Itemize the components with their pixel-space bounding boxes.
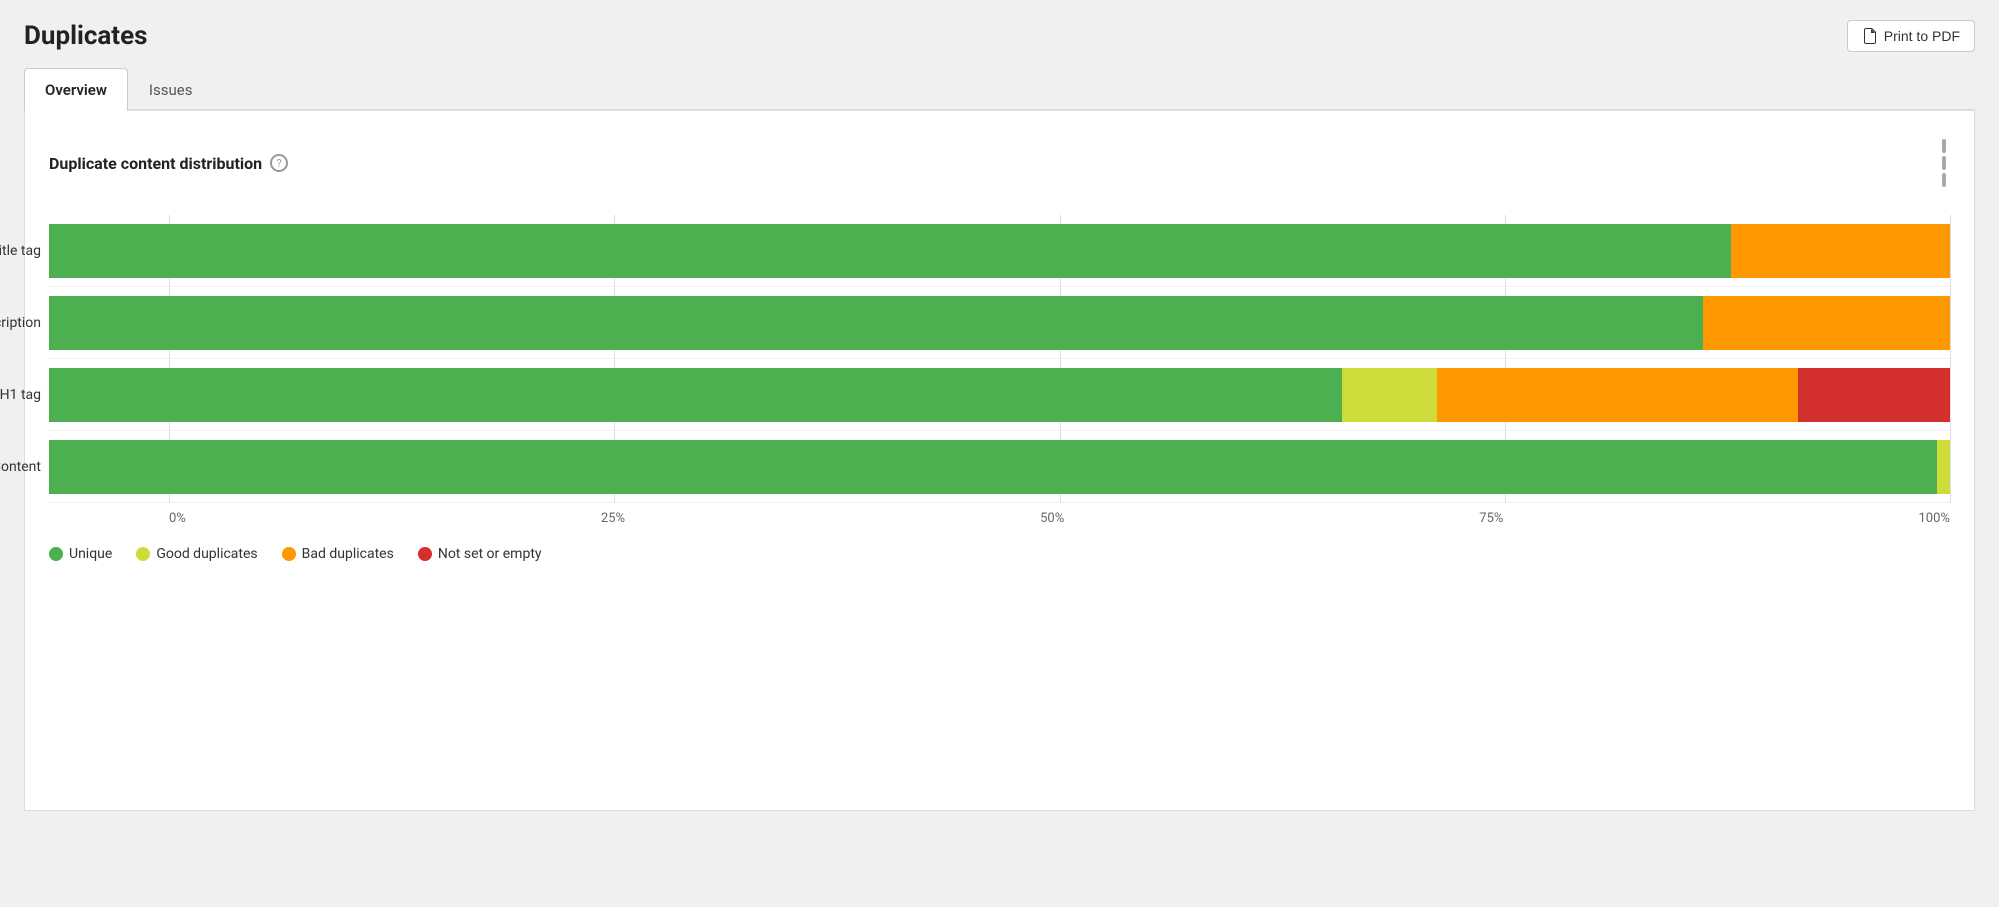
legend-item-good-duplicates: Good duplicates	[136, 546, 257, 562]
tab-overview[interactable]: Overview	[24, 68, 128, 111]
document-icon	[1862, 28, 1878, 44]
x-axis-50: 50%	[1040, 511, 1064, 526]
legend-dot-bad-duplicates	[282, 547, 296, 561]
tab-issues[interactable]: Issues	[128, 68, 214, 111]
legend-label-bad-duplicates: Bad duplicates	[302, 546, 394, 562]
print-to-pdf-button[interactable]: Print to PDF	[1847, 20, 1975, 52]
seg-yellow-content	[1937, 440, 1950, 494]
bar-row-title-tag: Title tag	[49, 215, 1950, 287]
page-title: Duplicates	[24, 21, 148, 51]
bar-row-content: Content	[49, 431, 1950, 503]
chart-section: Duplicate content distribution ?	[49, 135, 1950, 562]
seg-red-h1-tag	[1798, 368, 1950, 422]
legend-label-not-set-or-empty: Not set or empty	[438, 546, 542, 562]
x-axis-0: 0%	[169, 511, 186, 526]
x-axis-25: 25%	[601, 511, 625, 526]
seg-orange-description	[1703, 296, 1950, 350]
seg-green-content	[49, 440, 1937, 494]
gridline-100	[1950, 215, 1951, 503]
chart-inner-wrapper: Title tag Description	[49, 215, 1950, 526]
legend-label-good-duplicates: Good duplicates	[156, 546, 257, 562]
help-icon[interactable]: ?	[270, 154, 288, 172]
seg-orange-h1-tag	[1437, 368, 1798, 422]
bar-track-content	[49, 440, 1950, 494]
legend-item-bad-duplicates: Bad duplicates	[282, 546, 394, 562]
x-axis: 0% 25% 50% 75% 100%	[169, 503, 1950, 526]
seg-green-title-tag	[49, 224, 1731, 278]
chart-title-row: Duplicate content distribution ?	[49, 154, 288, 173]
bar-row-description: Description	[49, 287, 1950, 359]
seg-yellow-h1-tag	[1342, 368, 1437, 422]
legend-dot-unique	[49, 547, 63, 561]
x-axis-100: 100%	[1919, 511, 1950, 526]
chart-menu-button[interactable]	[1938, 135, 1950, 191]
x-axis-75: 75%	[1479, 511, 1503, 526]
bar-label-title-tag: Title tag	[0, 243, 41, 259]
chart-legend: Unique Good duplicates Bad duplicates No…	[49, 546, 1950, 562]
bar-label-h1-tag: H1 tag	[0, 387, 41, 403]
legend-dot-not-set-or-empty	[418, 547, 432, 561]
bar-track-title-tag	[49, 224, 1950, 278]
bar-track-h1-tag	[49, 368, 1950, 422]
help-icon-label: ?	[276, 157, 281, 170]
page-header: Duplicates Print to PDF	[24, 20, 1975, 52]
bar-label-content: Content	[0, 459, 41, 475]
bar-track-description	[49, 296, 1950, 350]
seg-orange-title-tag	[1731, 224, 1950, 278]
bars-container: Title tag Description	[49, 215, 1950, 503]
bar-row-h1-tag: H1 tag	[49, 359, 1950, 431]
seg-green-description	[49, 296, 1703, 350]
legend-label-unique: Unique	[69, 546, 112, 562]
legend-item-not-set-or-empty: Not set or empty	[418, 546, 542, 562]
chart-title: Duplicate content distribution	[49, 154, 262, 173]
legend-item-unique: Unique	[49, 546, 112, 562]
page-wrapper: Duplicates Print to PDF Overview Issues …	[0, 0, 1999, 907]
seg-green-h1-tag	[49, 368, 1342, 422]
legend-dot-good-duplicates	[136, 547, 150, 561]
bar-label-description: Description	[0, 315, 41, 331]
print-button-label: Print to PDF	[1884, 28, 1960, 44]
tabs-bar: Overview Issues	[24, 68, 1975, 111]
chart-header: Duplicate content distribution ?	[49, 135, 1950, 191]
content-area: Duplicate content distribution ?	[24, 111, 1975, 811]
bar-chart: Title tag Description	[49, 215, 1950, 562]
